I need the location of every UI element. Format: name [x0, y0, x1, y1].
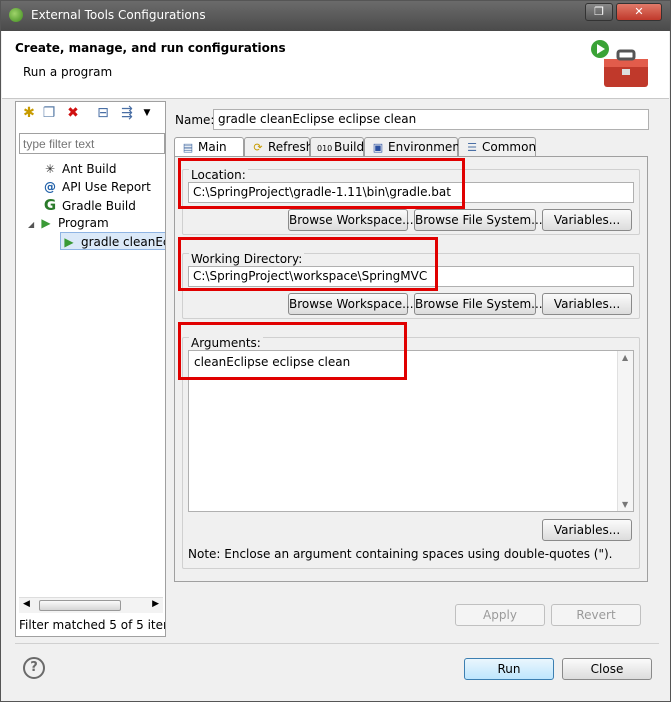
- tree-item-ant-build[interactable]: ✳ Ant Build: [42, 160, 117, 178]
- main-tab-icon: ▤: [182, 141, 194, 154]
- filter-status: Filter matched 5 of 5 items: [19, 618, 165, 632]
- help-icon[interactable]: ?: [23, 657, 45, 679]
- window-title: External Tools Configurations: [31, 8, 206, 22]
- header-title: Create, manage, and run configurations: [15, 41, 286, 55]
- tree-item-label: Program: [58, 216, 109, 230]
- ant-icon: ✳: [44, 162, 56, 176]
- collapse-all-icon[interactable]: ⊟: [94, 104, 112, 122]
- tree-item-program[interactable]: ◢ ▶ Program: [28, 214, 109, 232]
- apply-button[interactable]: Apply: [455, 604, 545, 626]
- eclipse-icon: [9, 8, 23, 22]
- arguments-scrollbar[interactable]: ▲ ▼: [617, 351, 633, 511]
- location-highlight: [178, 158, 465, 209]
- revert-button[interactable]: Revert: [551, 604, 641, 626]
- scroll-right-icon[interactable]: ▶: [152, 599, 159, 609]
- expand-arrow-icon[interactable]: ◢: [28, 216, 38, 234]
- tree-item-gradle-clean[interactable]: ▶ gradle cleanEcli: [60, 232, 165, 250]
- new-config-icon[interactable]: ✱: [20, 104, 38, 122]
- build-icon: 010: [317, 144, 333, 153]
- gradle-icon: G: [43, 196, 57, 214]
- footer-divider: [15, 643, 659, 644]
- close-window-button[interactable]: ✕: [616, 3, 662, 21]
- tree-item-gradle-build[interactable]: G Gradle Build: [42, 196, 136, 214]
- arguments-note: Note: Enclose an argument containing spa…: [188, 547, 613, 561]
- environment-icon: ▣: [372, 141, 384, 154]
- tab-common[interactable]: ☰ Common: [458, 137, 536, 157]
- toolbox-icon: [591, 40, 648, 87]
- title-bar[interactable]: External Tools Configurations ❐ ✕: [1, 1, 670, 31]
- tree-item-label: API Use Report: [62, 180, 151, 194]
- header-subtitle: Run a program: [23, 65, 113, 79]
- refresh-icon: ⟳: [253, 141, 263, 154]
- tab-refresh[interactable]: ⟳ Refresh: [244, 137, 314, 157]
- dropdown-icon[interactable]: ▼: [138, 104, 156, 122]
- filter-icon[interactable]: ⇶: [118, 104, 136, 122]
- tab-label: Refresh: [268, 140, 314, 154]
- scroll-left-icon[interactable]: ◀: [23, 599, 30, 609]
- workdir-browse-workspace-button[interactable]: Browse Workspace...: [288, 293, 414, 315]
- run-button[interactable]: Run: [464, 658, 554, 680]
- tree-horizontal-scrollbar[interactable]: ◀ ▶: [19, 597, 163, 613]
- arguments-variables-button[interactable]: Variables...: [542, 519, 632, 541]
- tab-label: Build: [334, 140, 365, 154]
- restore-button[interactable]: ❐: [585, 3, 613, 21]
- workdir-variables-button[interactable]: Variables...: [542, 293, 632, 315]
- tree-item-api-use-report[interactable]: @ API Use Report: [42, 178, 151, 196]
- delete-icon[interactable]: ✖: [64, 104, 82, 122]
- location-browse-workspace-button[interactable]: Browse Workspace...: [288, 209, 414, 231]
- common-icon: ☰: [467, 141, 477, 154]
- scroll-up-icon[interactable]: ▲: [622, 353, 628, 362]
- name-field[interactable]: gradle cleanEclipse eclipse clean: [213, 109, 649, 130]
- filter-input[interactable]: [19, 133, 165, 154]
- location-browse-fs-button[interactable]: Browse File System...: [414, 209, 543, 231]
- tab-main[interactable]: ▤ Main: [174, 137, 244, 158]
- api-report-icon: @: [44, 180, 56, 194]
- arguments-highlight: [178, 322, 407, 380]
- close-button[interactable]: Close: [562, 658, 652, 680]
- scroll-down-icon[interactable]: ▼: [622, 500, 628, 509]
- location-variables-button[interactable]: Variables...: [542, 209, 632, 231]
- tree-item-label: Ant Build: [62, 162, 117, 176]
- program-icon: ▶: [41, 216, 51, 230]
- tab-label: Environment: [388, 140, 465, 154]
- config-tree: ✳ Ant Build @ API Use Report G Gradle Build…: [16, 158, 165, 598]
- tree-toolbar: ✱ ❐ ✖ ⊟ ⇶ ▼: [16, 102, 165, 130]
- duplicate-icon[interactable]: ❐: [40, 104, 58, 122]
- configuration-tree-panel: ✱ ❐ ✖ ⊟ ⇶ ▼ ✳ Ant Build @ API Use Report G…: [15, 101, 166, 637]
- tab-label: Main: [198, 140, 227, 154]
- dialog-header: Create, manage, and run configurations R…: [2, 31, 669, 99]
- scroll-thumb[interactable]: [39, 600, 121, 611]
- external-tools-dialog: External Tools Configurations ❐ ✕ Create…: [0, 0, 671, 702]
- tab-environment[interactable]: ▣ Environment: [364, 137, 465, 157]
- workdir-browse-fs-button[interactable]: Browse File System...: [414, 293, 543, 315]
- tree-item-label: Gradle Build: [62, 199, 136, 213]
- tree-item-label: gradle cleanEcli: [81, 235, 165, 249]
- program-config-icon: ▶: [64, 235, 74, 249]
- name-label: Name:: [175, 113, 215, 127]
- working-dir-highlight: [178, 237, 438, 291]
- tab-build[interactable]: 010 Build: [310, 137, 364, 157]
- tab-label: Common: [482, 140, 537, 154]
